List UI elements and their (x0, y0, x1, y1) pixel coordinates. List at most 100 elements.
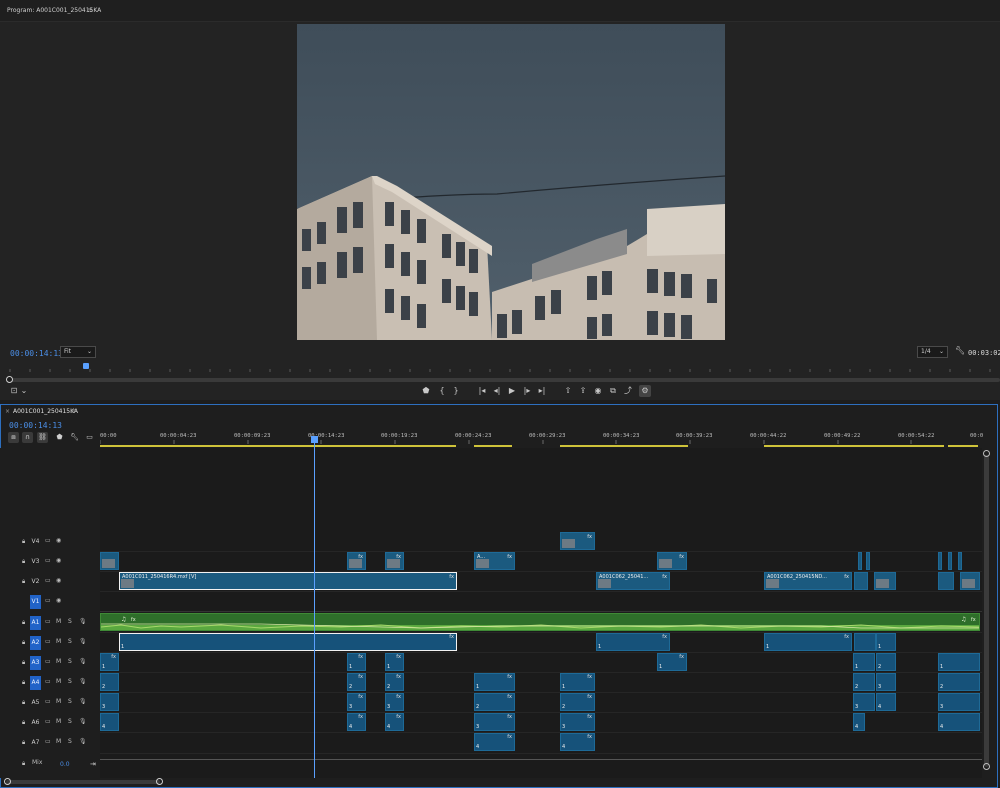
lock-icon[interactable]: 🔒︎ (22, 719, 25, 727)
audio-clip[interactable]: 3 (876, 673, 896, 691)
track-name[interactable]: A3 (30, 656, 41, 670)
video-clip[interactable]: A001C062_25041... fx (596, 572, 670, 590)
audio-clip[interactable]: 1 fx (657, 653, 687, 671)
go-to-out-icon[interactable]: ▸| (536, 385, 548, 397)
audio-clip[interactable]: 3 (853, 693, 875, 711)
audio-clip[interactable]: 2 fx (560, 693, 595, 711)
audio-clip[interactable]: 4 fx (560, 733, 595, 751)
microphone-icon[interactable]: 🎙︎ (79, 718, 87, 725)
audio-clip[interactable]: 3 fx (560, 713, 595, 731)
eye-icon[interactable]: ◉ (56, 537, 61, 544)
mix-volume-value[interactable]: 0.0 (60, 761, 70, 768)
timeline-playhead-timecode[interactable]: 00:00:14:13 (9, 421, 62, 430)
video-clip[interactable] (938, 572, 954, 590)
audio-clip[interactable]: 2 (100, 673, 119, 691)
extract-icon[interactable]: ⇪ (577, 385, 589, 397)
settings-icon[interactable]: ⚙ (639, 385, 651, 397)
solo-button[interactable]: S (68, 738, 72, 745)
sequence-tab-title[interactable]: A001C001_250415KA (13, 408, 78, 415)
track-name[interactable]: A7 (30, 736, 41, 750)
mute-button[interactable]: M (56, 638, 61, 645)
toggle-sync-lock-icon[interactable]: ▭ (45, 738, 51, 745)
video-clip[interactable]: fx (385, 552, 404, 570)
video-clip[interactable] (960, 572, 980, 590)
video-clip[interactable] (866, 552, 870, 570)
mark-in-icon[interactable]: { (436, 385, 448, 397)
wrench-icon[interactable]: 🔧︎ (69, 432, 80, 443)
lock-icon[interactable]: 🔒︎ (22, 558, 25, 566)
lock-icon[interactable]: 🔒︎ (22, 659, 25, 667)
video-clip[interactable] (874, 572, 896, 590)
playback-resolution-select[interactable]: 1/4 ⌄ (917, 346, 948, 358)
close-icon[interactable]: × (5, 408, 10, 415)
step-forward-icon[interactable]: |▸ (521, 385, 533, 397)
mark-out-icon[interactable]: } (450, 385, 462, 397)
microphone-icon[interactable]: 🎙︎ (79, 618, 87, 625)
toggle-sync-lock-icon[interactable]: ▭ (45, 698, 51, 705)
audio-clip[interactable]: 1 (938, 653, 980, 671)
video-clip[interactable] (858, 552, 862, 570)
lock-icon[interactable]: 🔒︎ (22, 679, 25, 687)
track-name[interactable]: V2 (30, 575, 41, 589)
audio-clip[interactable]: 2 fx (385, 673, 404, 691)
track-name[interactable]: V1 (30, 595, 41, 609)
toggle-sync-lock-icon[interactable]: ▭ (45, 537, 51, 544)
scroll-handle-bottom[interactable] (983, 763, 990, 770)
microphone-icon[interactable]: 🎙︎ (79, 638, 87, 645)
music-audio-clip[interactable]: ♫ fx ♫ fx (100, 613, 980, 631)
scroll-handle-top[interactable] (983, 450, 990, 457)
video-clip[interactable] (958, 552, 962, 570)
video-clip-selected[interactable]: A001C011_250416R4.mxf [V] fx (119, 572, 457, 590)
lock-icon[interactable]: 🔒︎ (22, 538, 25, 546)
video-clip[interactable] (854, 572, 868, 590)
chevron-down-icon[interactable]: ⌄ (18, 385, 30, 397)
mute-button[interactable]: M (56, 658, 61, 665)
video-clip[interactable]: fx (560, 532, 595, 550)
track-name[interactable]: A6 (30, 716, 41, 730)
video-clip[interactable]: A001C062_250415ND... fx (764, 572, 852, 590)
audio-clip[interactable]: 1 fx (596, 633, 670, 651)
snap-icon[interactable]: ∩ (22, 432, 33, 443)
audio-clip[interactable]: 3 (938, 693, 980, 711)
video-clip[interactable] (938, 552, 942, 570)
audio-clip-selected[interactable]: 1 fx (119, 633, 457, 651)
solo-button[interactable]: S (68, 718, 72, 725)
solo-button[interactable]: S (68, 658, 72, 665)
solo-button[interactable]: S (68, 618, 72, 625)
scroll-handle-right[interactable] (156, 778, 163, 785)
microphone-icon[interactable]: 🎙︎ (79, 698, 87, 705)
timeline-tracks-area[interactable]: fx fx fx A... fx fx A001C011_250416R4.mxf… (100, 448, 982, 778)
video-clip[interactable] (948, 552, 952, 570)
eye-icon[interactable]: ◉ (56, 577, 61, 584)
video-clip[interactable]: fx (657, 552, 687, 570)
zoom-scroll-handle[interactable] (6, 376, 13, 383)
timeline-vertical-scrollbar[interactable] (984, 455, 989, 767)
video-clip[interactable]: fx (347, 552, 366, 570)
program-zoom-scrollbar[interactable] (6, 378, 1000, 382)
zoom-level-select[interactable]: Fit ⌄ (60, 346, 96, 358)
mix-end-icon[interactable]: ⇥ (90, 760, 96, 768)
audio-clip[interactable]: 2 (853, 673, 875, 691)
mute-button[interactable]: M (56, 618, 61, 625)
solo-button[interactable]: S (68, 638, 72, 645)
lock-icon[interactable]: 🔒︎ (22, 739, 25, 747)
solo-button[interactable]: S (68, 698, 72, 705)
audio-clip[interactable]: 3 fx (385, 693, 404, 711)
audio-clip[interactable]: 4 (100, 713, 119, 731)
track-name[interactable]: A2 (30, 636, 41, 650)
audio-clip[interactable]: 4 (876, 693, 896, 711)
mute-button[interactable]: M (56, 678, 61, 685)
scroll-handle-left[interactable] (4, 778, 11, 785)
mute-button[interactable]: M (56, 698, 61, 705)
audio-clip[interactable]: 1 fx (385, 653, 404, 671)
toggle-sync-lock-icon[interactable]: ▭ (45, 597, 51, 604)
toggle-sync-lock-icon[interactable]: ▭ (45, 577, 51, 584)
audio-clip[interactable]: 2 (938, 673, 980, 691)
lock-icon[interactable]: 🔒︎ (22, 699, 25, 707)
audio-clip[interactable]: 3 fx (347, 693, 366, 711)
microphone-icon[interactable]: 🎙︎ (79, 658, 87, 665)
audio-clip[interactable]: 4 fx (347, 713, 366, 731)
playhead-handle[interactable] (311, 436, 318, 443)
panel-menu-icon[interactable]: ≡ (87, 6, 93, 14)
toggle-sync-lock-icon[interactable]: ▭ (45, 678, 51, 685)
